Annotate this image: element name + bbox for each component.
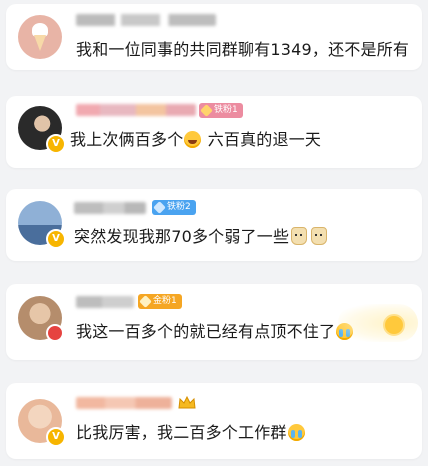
comment-card-2[interactable]: V 铁粉1 我上次俩百多个 六百真的退一天 <box>6 96 422 168</box>
avatar[interactable] <box>18 15 62 59</box>
comment-card-4[interactable]: 金粉1 我这一百多个的就已经有点顶不住了 <box>6 284 422 360</box>
comment-card-1[interactable]: 我和一位同事的共同群聊有1349，还不是所有 <box>6 4 422 70</box>
cat-sticker <box>291 227 308 245</box>
crying-emoji <box>287 424 305 441</box>
comment-text: 比我厉害，我二百多个工作群 <box>76 423 306 443</box>
fan-badge[interactable]: 铁粉1 <box>199 103 243 118</box>
rank-badge-icon <box>46 324 64 342</box>
laughing-tears-emoji <box>184 131 202 148</box>
comment-text-part: 突然发现我那70多个弱了一些 <box>74 227 290 246</box>
fan-badge[interactable]: 金粉1 <box>138 294 182 309</box>
verified-v-icon: V <box>46 134 66 154</box>
verified-v-icon: V <box>46 229 66 249</box>
username-blurred[interactable] <box>74 202 146 214</box>
comment-text-part: 我这一百多个的就已经有点顶不住了 <box>76 322 336 341</box>
fan-gem-icon <box>153 201 166 214</box>
comment-card-3[interactable]: V 铁粉2 突然发现我那70多个弱了一些 <box>6 189 422 261</box>
comment-card-5[interactable]: V 比我厉害，我二百多个工作群 <box>6 383 422 459</box>
comment-text-part: 我上次俩百多个 <box>70 130 184 149</box>
cat-sticker <box>311 227 328 245</box>
fan-gem-icon <box>200 104 213 117</box>
comment-text-part: 比我厉害，我二百多个工作群 <box>76 423 287 442</box>
username-blurred[interactable] <box>76 296 134 308</box>
fan-gem-icon <box>139 295 152 308</box>
sun-badge-icon <box>383 314 405 336</box>
verified-v-icon: V <box>46 427 66 447</box>
decoration-glow <box>338 304 418 342</box>
username-blurred[interactable] <box>76 14 216 26</box>
comment-text-part: 六百真的退一天 <box>202 130 322 149</box>
username-blurred[interactable] <box>76 397 172 409</box>
comment-text: 突然发现我那70多个弱了一些 <box>74 227 329 247</box>
fan-badge-label: 铁粉2 <box>167 202 191 212</box>
fan-badge-label: 金粉1 <box>153 296 177 306</box>
comment-text: 我这一百多个的就已经有点顶不住了 <box>76 322 354 342</box>
comment-text: 我和一位同事的共同群聊有1349，还不是所有 <box>76 40 410 59</box>
username-blurred[interactable] <box>76 104 196 116</box>
fan-badge[interactable]: 铁粉2 <box>152 200 196 215</box>
fan-badge-label: 铁粉1 <box>214 105 238 115</box>
crown-icon <box>178 395 196 409</box>
comment-text: 我上次俩百多个 六百真的退一天 <box>70 130 321 150</box>
